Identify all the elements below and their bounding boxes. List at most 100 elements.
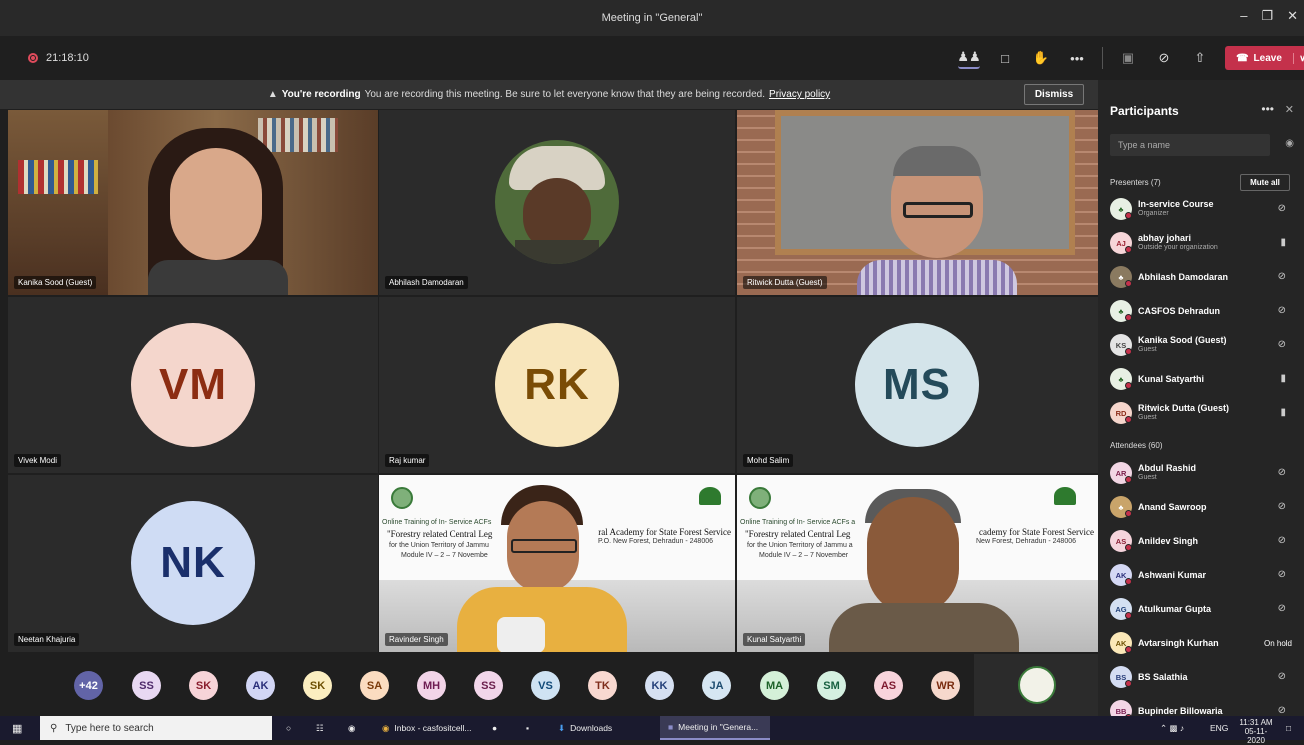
edge-icon[interactable]: ◉ (348, 716, 355, 740)
participant-row[interactable]: ♣ Abhilash Damodaran ⊘ (1110, 262, 1296, 292)
mic-muted-icon[interactable]: ⊘ (1278, 569, 1286, 580)
participant-row[interactable]: AS Anildev Singh ⊘ (1110, 526, 1296, 556)
mute-all-button[interactable]: Mute all (1240, 174, 1290, 191)
mic-muted-icon[interactable]: ⊘ (1278, 339, 1286, 350)
cortana-icon[interactable]: ○ (286, 716, 291, 740)
dismiss-button[interactable]: Dismiss (1024, 84, 1084, 105)
privacy-policy-link[interactable]: Privacy policy (769, 89, 830, 100)
participant-row[interactable]: AR Abdul Rashid Guest ⊘ (1110, 458, 1296, 488)
presence-status-icon (1125, 382, 1132, 389)
presenters-header[interactable]: Presenters (7) (1110, 178, 1161, 187)
mic-on-icon[interactable]: ▮ (1280, 407, 1286, 418)
firefox-icon[interactable]: ● (492, 716, 497, 740)
participant-row[interactable]: KS Kanika Sood (Guest) Guest ⊘ (1110, 330, 1296, 360)
overflow-avatar[interactable]: SK (303, 671, 332, 700)
participant-row[interactable]: AJ abhay johari Outside your organization ▮ (1110, 228, 1296, 258)
video-tile-vivek[interactable]: VM Vivek Modi (8, 297, 378, 473)
share-screen-icon[interactable]: ⇧ (1189, 47, 1211, 69)
participant-search-input[interactable]: Type a name (1110, 134, 1270, 156)
overflow-avatar[interactable]: VS (531, 671, 560, 700)
participant-row[interactable]: ♣ Kunal Satyarthi ▮ (1110, 364, 1296, 394)
participant-name: Ashwani Kumar (1138, 570, 1207, 580)
mic-on-icon[interactable]: ▮ (1280, 373, 1286, 384)
banner-text: You are recording this meeting. Be sure … (364, 89, 766, 100)
mic-muted-icon[interactable]: ⊘ (1278, 203, 1286, 214)
notifications-icon[interactable]: □ (1286, 716, 1291, 740)
language-indicator[interactable]: ENG (1210, 716, 1228, 740)
mic-muted-icon[interactable]: ⊘ (1278, 705, 1286, 716)
video-tile-kunal[interactable]: Online Training of In- Service ACFs a "F… (737, 475, 1098, 652)
mic-muted-icon[interactable]: ⊘ (1278, 535, 1286, 546)
close-panel-icon[interactable]: ✕ (1285, 103, 1294, 116)
taskbar-search-input[interactable]: ⚲ Type here to search (40, 716, 272, 740)
video-tile-abhilash[interactable]: Abhilash Damodaran (379, 110, 735, 295)
mic-muted-icon[interactable]: ⊘ (1278, 671, 1286, 682)
person-body (148, 260, 288, 295)
mic-on-icon[interactable]: ▮ (1280, 237, 1286, 248)
attendees-header[interactable]: Attendees (60) (1110, 441, 1162, 450)
video-tile-neetan[interactable]: NK Neetan Khajuria (8, 475, 378, 652)
video-tile-ravinder[interactable]: Online Training of In- Service ACFs "For… (379, 475, 735, 652)
overflow-avatar[interactable]: WR (931, 671, 960, 700)
overflow-avatar[interactable]: TK (588, 671, 617, 700)
overflow-avatar[interactable]: AK (246, 671, 275, 700)
participant-row[interactable]: ♣ In-service Course Organizer ⊘ (1110, 194, 1296, 224)
participant-row[interactable]: BS BS Salathia ⊘ (1110, 662, 1296, 692)
participant-row[interactable]: AK Avtarsingh Kurhan On hold (1110, 628, 1296, 658)
mic-muted-icon[interactable]: ⊘ (1278, 305, 1286, 316)
chat-icon[interactable]: □ (994, 47, 1016, 69)
overflow-avatar[interactable]: +42 (74, 671, 103, 700)
video-tile-raj[interactable]: RK Raj kumar (379, 297, 735, 473)
overflow-avatar[interactable]: AS (874, 671, 903, 700)
participant-row[interactable]: RD Ritwick Dutta (Guest) Guest ▮ (1110, 398, 1296, 428)
overflow-avatar[interactable]: SK (189, 671, 218, 700)
presence-status-icon (1125, 612, 1132, 619)
mic-off-icon[interactable]: ⊘ (1153, 47, 1175, 69)
raise-hand-icon[interactable]: ✋ (1030, 47, 1052, 69)
taskbar-item-label: Inbox - casfositcell... (394, 723, 472, 733)
view-icon[interactable]: ◉ (1285, 138, 1294, 149)
participant-row[interactable]: ♣ CASFOS Dehradun ⊘ (1110, 296, 1296, 326)
taskbar-item-downloads[interactable]: ⬇ Downloads (558, 716, 612, 740)
overflow-avatar[interactable]: SA (360, 671, 389, 700)
participant-row[interactable]: ♣ Anand Sawroop ⊘ (1110, 492, 1296, 522)
minimize-icon[interactable]: – (1240, 8, 1247, 24)
mic-muted-icon[interactable]: ⊘ (1278, 271, 1286, 282)
overflow-avatar[interactable]: SS (132, 671, 161, 700)
participant-name: Avtarsingh Kurhan (1138, 638, 1219, 648)
leave-button[interactable]: ☎ Leave ∨ (1225, 46, 1304, 70)
taskbar-item-chrome[interactable]: ◉ Inbox - casfositcell... (382, 716, 471, 740)
video-tile-kanika[interactable]: Kanika Sood (Guest) (8, 110, 378, 295)
slide-ut: for the Union Territory of Jammu a (747, 542, 853, 549)
overflow-avatar[interactable]: SM (817, 671, 846, 700)
participant-row[interactable]: AG Atulkumar Gupta ⊘ (1110, 594, 1296, 624)
task-view-icon[interactable]: ☷ (316, 716, 324, 740)
more-actions-icon[interactable]: ••• (1066, 47, 1088, 69)
taskbar-item-teams[interactable]: ■ Meeting in "Genera... (660, 716, 770, 740)
presence-status-icon (1125, 680, 1132, 687)
participant-row[interactable]: AK Ashwani Kumar ⊘ (1110, 560, 1296, 590)
more-options-icon[interactable]: ••• (1261, 102, 1274, 116)
overflow-avatar[interactable]: MA (760, 671, 789, 700)
video-tile-mohd[interactable]: MS Mohd Salim (737, 297, 1098, 473)
camera-off-icon[interactable]: ▣ (1117, 47, 1139, 69)
academy-logo-icon (391, 487, 413, 509)
maximize-icon[interactable]: ❐ (1261, 8, 1273, 24)
participants-icon[interactable]: ♟♟ (957, 47, 981, 69)
video-tile-ritwick[interactable]: Ritwick Dutta (Guest) (737, 110, 1098, 295)
chevron-down-icon[interactable]: ∨ (1293, 52, 1304, 64)
mic-muted-icon[interactable]: ⊘ (1278, 501, 1286, 512)
mic-muted-icon[interactable]: ⊘ (1278, 603, 1286, 614)
tray-icons[interactable]: ⌃ ▩ ♪ (1160, 716, 1184, 740)
clock[interactable]: 11:31 AM 05-11-2020 (1236, 718, 1276, 745)
app-icon[interactable]: ▪ (526, 716, 529, 740)
overflow-avatar[interactable]: KK (645, 671, 674, 700)
close-icon[interactable]: ✕ (1287, 8, 1298, 24)
overflow-avatar[interactable]: SS (474, 671, 503, 700)
mic-muted-icon[interactable]: ⊘ (1278, 467, 1286, 478)
windows-start-icon[interactable]: ▦ (12, 722, 22, 735)
overflow-avatar[interactable]: JA (702, 671, 731, 700)
overflow-avatar[interactable]: MH (417, 671, 446, 700)
slide-address: P.O. New Forest, Dehradun - 248006 (597, 538, 713, 545)
self-view-tile[interactable] (974, 654, 1098, 716)
